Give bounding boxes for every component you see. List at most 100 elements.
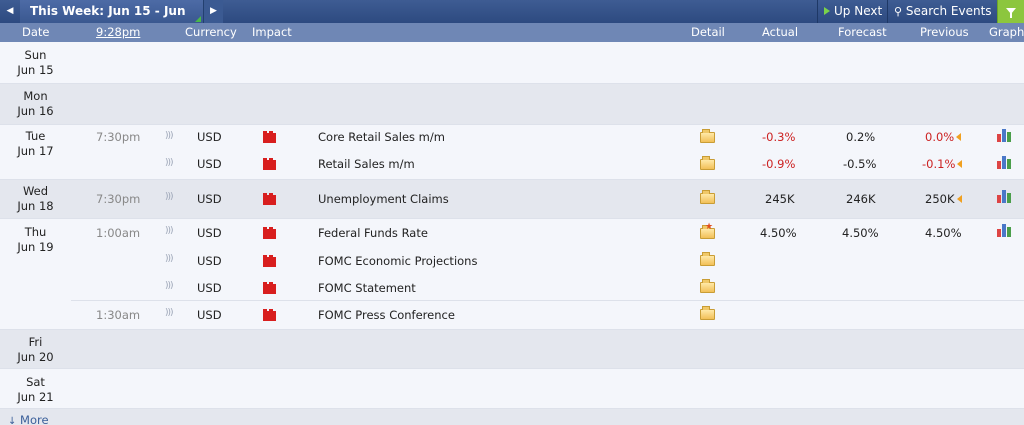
event-currency: USD (197, 192, 222, 206)
sound-alert-icon[interactable]: ))) (165, 254, 173, 264)
event-time: 1:30am (96, 308, 141, 322)
week-corner-indicator (195, 16, 201, 22)
up-next-button[interactable]: Up Next (817, 0, 887, 23)
high-impact-icon[interactable] (263, 227, 276, 239)
high-impact-icon[interactable] (263, 193, 276, 205)
revised-icon (956, 133, 962, 141)
previous-value: 0.0% (925, 130, 955, 144)
bar-graph-icon[interactable] (997, 190, 1012, 203)
col-graph: Graph (989, 25, 1024, 39)
event-title[interactable]: Federal Funds Rate (318, 226, 428, 240)
bar-graph-icon[interactable] (997, 129, 1012, 142)
download-arrow-icon: ↓ (8, 416, 17, 425)
high-impact-icon[interactable] (263, 282, 276, 294)
day-name: Thu (24, 225, 47, 239)
search-events-button[interactable]: ⚲ Search Events (887, 0, 997, 23)
detail-folder-icon[interactable] (700, 279, 715, 293)
footer-row (0, 408, 1024, 425)
revised-icon (956, 195, 962, 203)
event-time: 7:30pm (96, 192, 141, 206)
high-impact-icon[interactable] (263, 158, 276, 170)
row-divider (0, 124, 1024, 125)
current-time-link[interactable]: 9:28pm (96, 25, 140, 39)
event-currency: USD (197, 281, 222, 295)
next-week-button[interactable]: ▶ (203, 0, 223, 23)
high-impact-icon[interactable] (263, 309, 276, 321)
day-label-tue: Tue Jun 17 (0, 129, 71, 159)
sound-alert-icon[interactable]: ))) (165, 131, 173, 141)
event-title[interactable]: Core Retail Sales m/m (318, 130, 445, 144)
event-title[interactable]: FOMC Statement (318, 281, 416, 295)
detail-folder-icon[interactable] (700, 306, 715, 320)
detail-folder-icon[interactable] (700, 190, 715, 204)
previous-week-button[interactable]: ◀ (0, 0, 20, 23)
filter-button[interactable] (997, 0, 1024, 23)
event-actual: -0.9% (762, 157, 796, 171)
day-date: Jun 19 (17, 240, 54, 254)
bar-graph-icon[interactable] (997, 156, 1012, 169)
day-label-thu: Thu Jun 19 (0, 225, 71, 255)
detail-folder-starred-icon[interactable] (700, 222, 715, 239)
event-actual: -0.3% (762, 130, 796, 144)
revised-icon (957, 160, 963, 168)
high-impact-icon[interactable] (263, 131, 276, 143)
day-label-sun: Sun Jun 15 (0, 48, 71, 78)
event-time: 1:00am (96, 226, 141, 240)
previous-value: 250K (925, 192, 955, 206)
day-date: Jun 18 (17, 199, 54, 213)
event-currency: USD (197, 226, 222, 240)
event-forecast: -0.5% (843, 157, 877, 171)
day-row-sun (0, 42, 1024, 83)
day-name: Sat (26, 375, 45, 389)
detail-folder-icon[interactable] (700, 156, 715, 170)
sound-alert-icon[interactable]: ))) (165, 226, 173, 236)
col-previous: Previous (920, 25, 969, 39)
col-currency: Currency (185, 25, 237, 39)
row-divider (0, 329, 1024, 330)
event-previous: -0.1% (922, 157, 963, 171)
column-header: Date 9:28pm Currency Impact Detail Actua… (0, 23, 1024, 42)
day-row-fri (0, 329, 1024, 368)
event-actual: 4.50% (760, 226, 797, 240)
day-label-sat: Sat Jun 21 (0, 375, 71, 405)
sound-alert-icon[interactable]: ))) (165, 158, 173, 168)
day-name: Wed (22, 184, 49, 198)
event-forecast: 4.50% (842, 226, 879, 240)
sound-alert-icon[interactable]: ))) (165, 192, 173, 202)
day-row-mon (0, 83, 1024, 124)
col-detail: Detail (691, 25, 725, 39)
more-link[interactable]: ↓ More (8, 413, 49, 425)
previous-value: -0.1% (922, 157, 956, 171)
bar-graph-icon[interactable] (997, 224, 1012, 237)
day-date: Jun 16 (17, 104, 54, 118)
event-title[interactable]: Unemployment Claims (318, 192, 449, 206)
col-date: Date (22, 25, 50, 39)
event-title[interactable]: Retail Sales m/m (318, 157, 415, 171)
search-events-label: Search Events (905, 4, 992, 18)
calendar-toolbar: ◀ This Week: Jun 15 - Jun 21 ▶ Up Next ⚲… (0, 0, 1024, 41)
event-currency: USD (197, 157, 222, 171)
week-selector[interactable]: This Week: Jun 15 - Jun 21 (20, 0, 203, 41)
event-currency: USD (197, 308, 222, 322)
row-divider (0, 368, 1024, 369)
detail-folder-icon[interactable] (700, 252, 715, 266)
search-icon: ⚲ (894, 5, 903, 18)
event-time: 7:30pm (96, 130, 141, 144)
event-title[interactable]: FOMC Press Conference (318, 308, 455, 322)
detail-folder-icon[interactable] (700, 129, 715, 143)
col-impact: Impact (252, 25, 292, 39)
sound-alert-icon[interactable]: ))) (165, 281, 173, 291)
day-date: Jun 17 (17, 144, 54, 158)
day-name: Sun (24, 48, 47, 62)
day-name: Mon (23, 89, 48, 103)
sound-alert-icon[interactable]: ))) (165, 308, 173, 318)
day-row-sat (0, 368, 1024, 408)
row-divider (0, 179, 1024, 180)
high-impact-icon[interactable] (263, 255, 276, 267)
row-divider (0, 83, 1024, 84)
event-previous: 250K (925, 192, 962, 206)
event-currency: USD (197, 254, 222, 268)
event-title[interactable]: FOMC Economic Projections (318, 254, 477, 268)
row-divider (0, 408, 1024, 409)
event-previous: 4.50% (925, 226, 962, 240)
